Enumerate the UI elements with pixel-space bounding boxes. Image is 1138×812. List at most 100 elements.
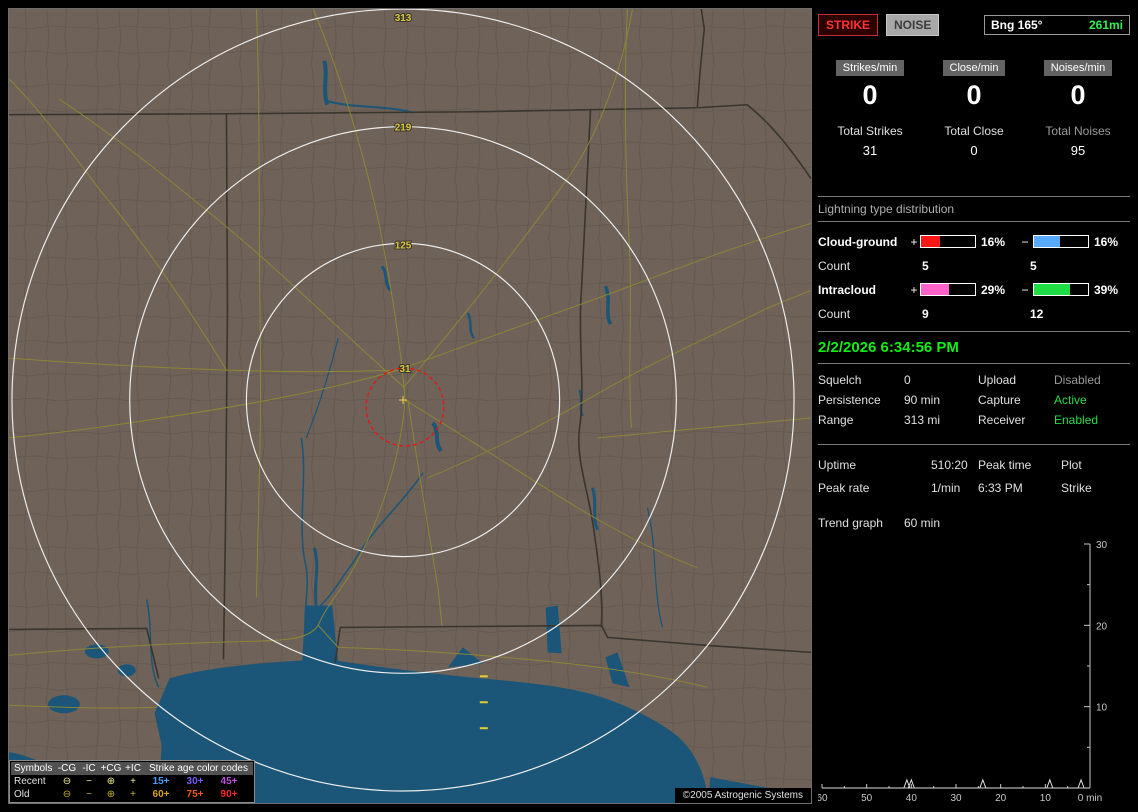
strike-indicator-lamp: STRIKE: [818, 14, 879, 36]
range-label: Range: [818, 413, 854, 427]
close-column: Close/min 0 Total Close 0: [922, 60, 1026, 158]
plus-sign: +: [910, 282, 918, 297]
age-90: 90+: [220, 789, 238, 800]
total-noises-value: 95: [1070, 143, 1086, 158]
ic-positive-count: 9: [922, 306, 929, 321]
bearing-distance-box: Bng 165° 261mi: [984, 15, 1130, 35]
clock-section: 2/2/2026 6:34:56 PM: [818, 331, 1130, 364]
age-45: 45+: [220, 776, 238, 787]
lightning-map[interactable]: 313 219 125 31 Symbols -CG -IC +CG +IC S…: [8, 8, 812, 804]
current-datetime: 2/2/2026 6:34:56 PM: [818, 339, 959, 356]
strikes-per-min-chip: Strikes/min: [835, 60, 905, 76]
cloud-ground-row: Cloud-ground + 16% − 16%: [818, 229, 1130, 254]
trend-series: 60 50 40 30 20 10 0 min 10 20 30: [818, 540, 1108, 804]
legend-old-label: Old: [14, 789, 30, 800]
svg-text:60: 60: [818, 793, 828, 804]
svg-text:50: 50: [861, 793, 873, 804]
total-strikes-value: 31: [862, 143, 878, 158]
capture-label: Capture: [978, 393, 1021, 407]
peak-rate-label: Peak rate: [818, 481, 870, 495]
settings-grid: Squelch 0 Upload Disabled Persistence 90…: [818, 370, 1130, 430]
receiver-status: Enabled: [1054, 413, 1099, 427]
legend-header-row: Symbols -CG -IC +CG +IC Strike age color…: [11, 762, 253, 775]
total-close-label: Total Close: [944, 124, 1004, 138]
cloud-ground-label: Cloud-ground: [818, 234, 898, 249]
cg-positive-percent: 16%: [981, 234, 1006, 249]
svg-text:40: 40: [906, 793, 918, 804]
total-strikes-label: Total Strikes: [837, 124, 903, 138]
minus-sign: −: [1021, 234, 1029, 249]
noises-column: Noises/min 0 Total Noises 95: [1026, 60, 1130, 158]
status-panel: STRIKE NOISE Bng 165° 261mi Strikes/min …: [818, 8, 1132, 804]
cloud-ground-count-row: Count 5 5: [818, 254, 1130, 277]
svg-text:30: 30: [950, 793, 962, 804]
lightning-distribution: Lightning type distribution Cloud-ground…: [818, 202, 1130, 325]
legend-symbols-header: Symbols: [14, 763, 53, 774]
count-label: Count: [818, 258, 851, 273]
plus-sign: +: [910, 234, 918, 249]
legend-recent-row: Recent ⊖ − ⊕ + 15+ 30+ 45+: [11, 775, 253, 788]
total-noises-label: Total Noises: [1045, 124, 1111, 138]
legend-age-header: Strike age color codes: [149, 763, 248, 774]
legend-old-row: Old ⊖ − ⊕ + 60+ 75+ 90+: [11, 788, 253, 801]
peak-rate-value: 1/min: [931, 481, 961, 495]
ring-label-31: 31: [399, 364, 411, 375]
cg-positive-bar: [920, 235, 976, 248]
age-15: 15+: [152, 776, 170, 787]
ic-positive-percent: 29%: [981, 282, 1006, 297]
capture-status: Active: [1054, 393, 1087, 407]
legend-col-neg-ic: -IC: [82, 763, 96, 774]
strikes-per-min-value: 0: [862, 80, 878, 110]
receiver-label: Receiver: [978, 413, 1026, 427]
svg-text:20: 20: [1096, 621, 1108, 632]
divider: [818, 444, 1130, 445]
legend-col-pos-cg: +CG: [100, 763, 122, 774]
app-window: 313 219 125 31 Symbols -CG -IC +CG +IC S…: [0, 0, 1138, 812]
trend-graph-header: Trend graph 60 min: [818, 516, 1130, 530]
intracloud-row: Intracloud + 29% − 39%: [818, 277, 1130, 302]
squelch-label: Squelch: [818, 373, 862, 387]
ic-negative-bar: [1033, 283, 1089, 296]
pos-ic-symbol: +: [130, 776, 136, 787]
noises-per-min-chip: Noises/min: [1043, 60, 1113, 76]
ring-label-313: 313: [395, 13, 412, 24]
ic-negative-count: 12: [1030, 306, 1044, 321]
strikes-column: Strikes/min 0 Total Strikes 31: [818, 60, 922, 158]
cg-positive-count: 5: [922, 258, 929, 273]
uptime-value: 510:20: [931, 458, 968, 472]
persistence-label: Persistence: [818, 393, 881, 407]
neg-ic-symbol: −: [86, 776, 92, 787]
total-close-value: 0: [970, 143, 978, 158]
cg-negative-count: 5: [1030, 258, 1037, 273]
legend-col-pos-ic: +IC: [125, 763, 141, 774]
pos-ic-symbol-old: +: [130, 789, 136, 800]
session-grid: Uptime 510:20 Peak time Plot Peak rate 1…: [818, 454, 1130, 500]
map-canvas[interactable]: 313 219 125 31: [9, 9, 811, 803]
ic-positive-bar: [920, 283, 976, 296]
distance-value: 261mi: [1088, 18, 1123, 32]
legend-recent-label: Recent: [14, 776, 46, 787]
intracloud-count-row: Count 9 12: [818, 302, 1130, 325]
map-legend: Symbols -CG -IC +CG +IC Strike age color…: [9, 760, 255, 803]
pos-cg-symbol-old: ⊕: [106, 789, 116, 800]
peak-time-label: Peak time: [978, 458, 1032, 472]
age-30: 30+: [186, 776, 204, 787]
upload-status: Disabled: [1054, 373, 1101, 387]
range-value: 313 mi: [904, 413, 941, 427]
persistence-value: 90 min: [904, 393, 941, 407]
plot-value: Strike: [1061, 481, 1092, 495]
svg-text:20: 20: [995, 793, 1007, 804]
svg-text:10: 10: [1096, 703, 1108, 714]
neg-ic-symbol-old: −: [86, 789, 92, 800]
count-label: Count: [818, 306, 851, 321]
ic-negative-percent: 39%: [1094, 282, 1119, 297]
pos-cg-symbol: ⊕: [106, 776, 116, 787]
distribution-title: Lightning type distribution: [818, 202, 1130, 222]
divider: [818, 196, 1130, 197]
trend-window-value: 60 min: [904, 516, 941, 530]
legend-col-neg-cg: -CG: [57, 763, 77, 774]
squelch-value: 0: [904, 373, 911, 387]
svg-text:30: 30: [1096, 540, 1108, 551]
ring-label-125: 125: [395, 240, 412, 251]
svg-text:10: 10: [1040, 793, 1052, 804]
